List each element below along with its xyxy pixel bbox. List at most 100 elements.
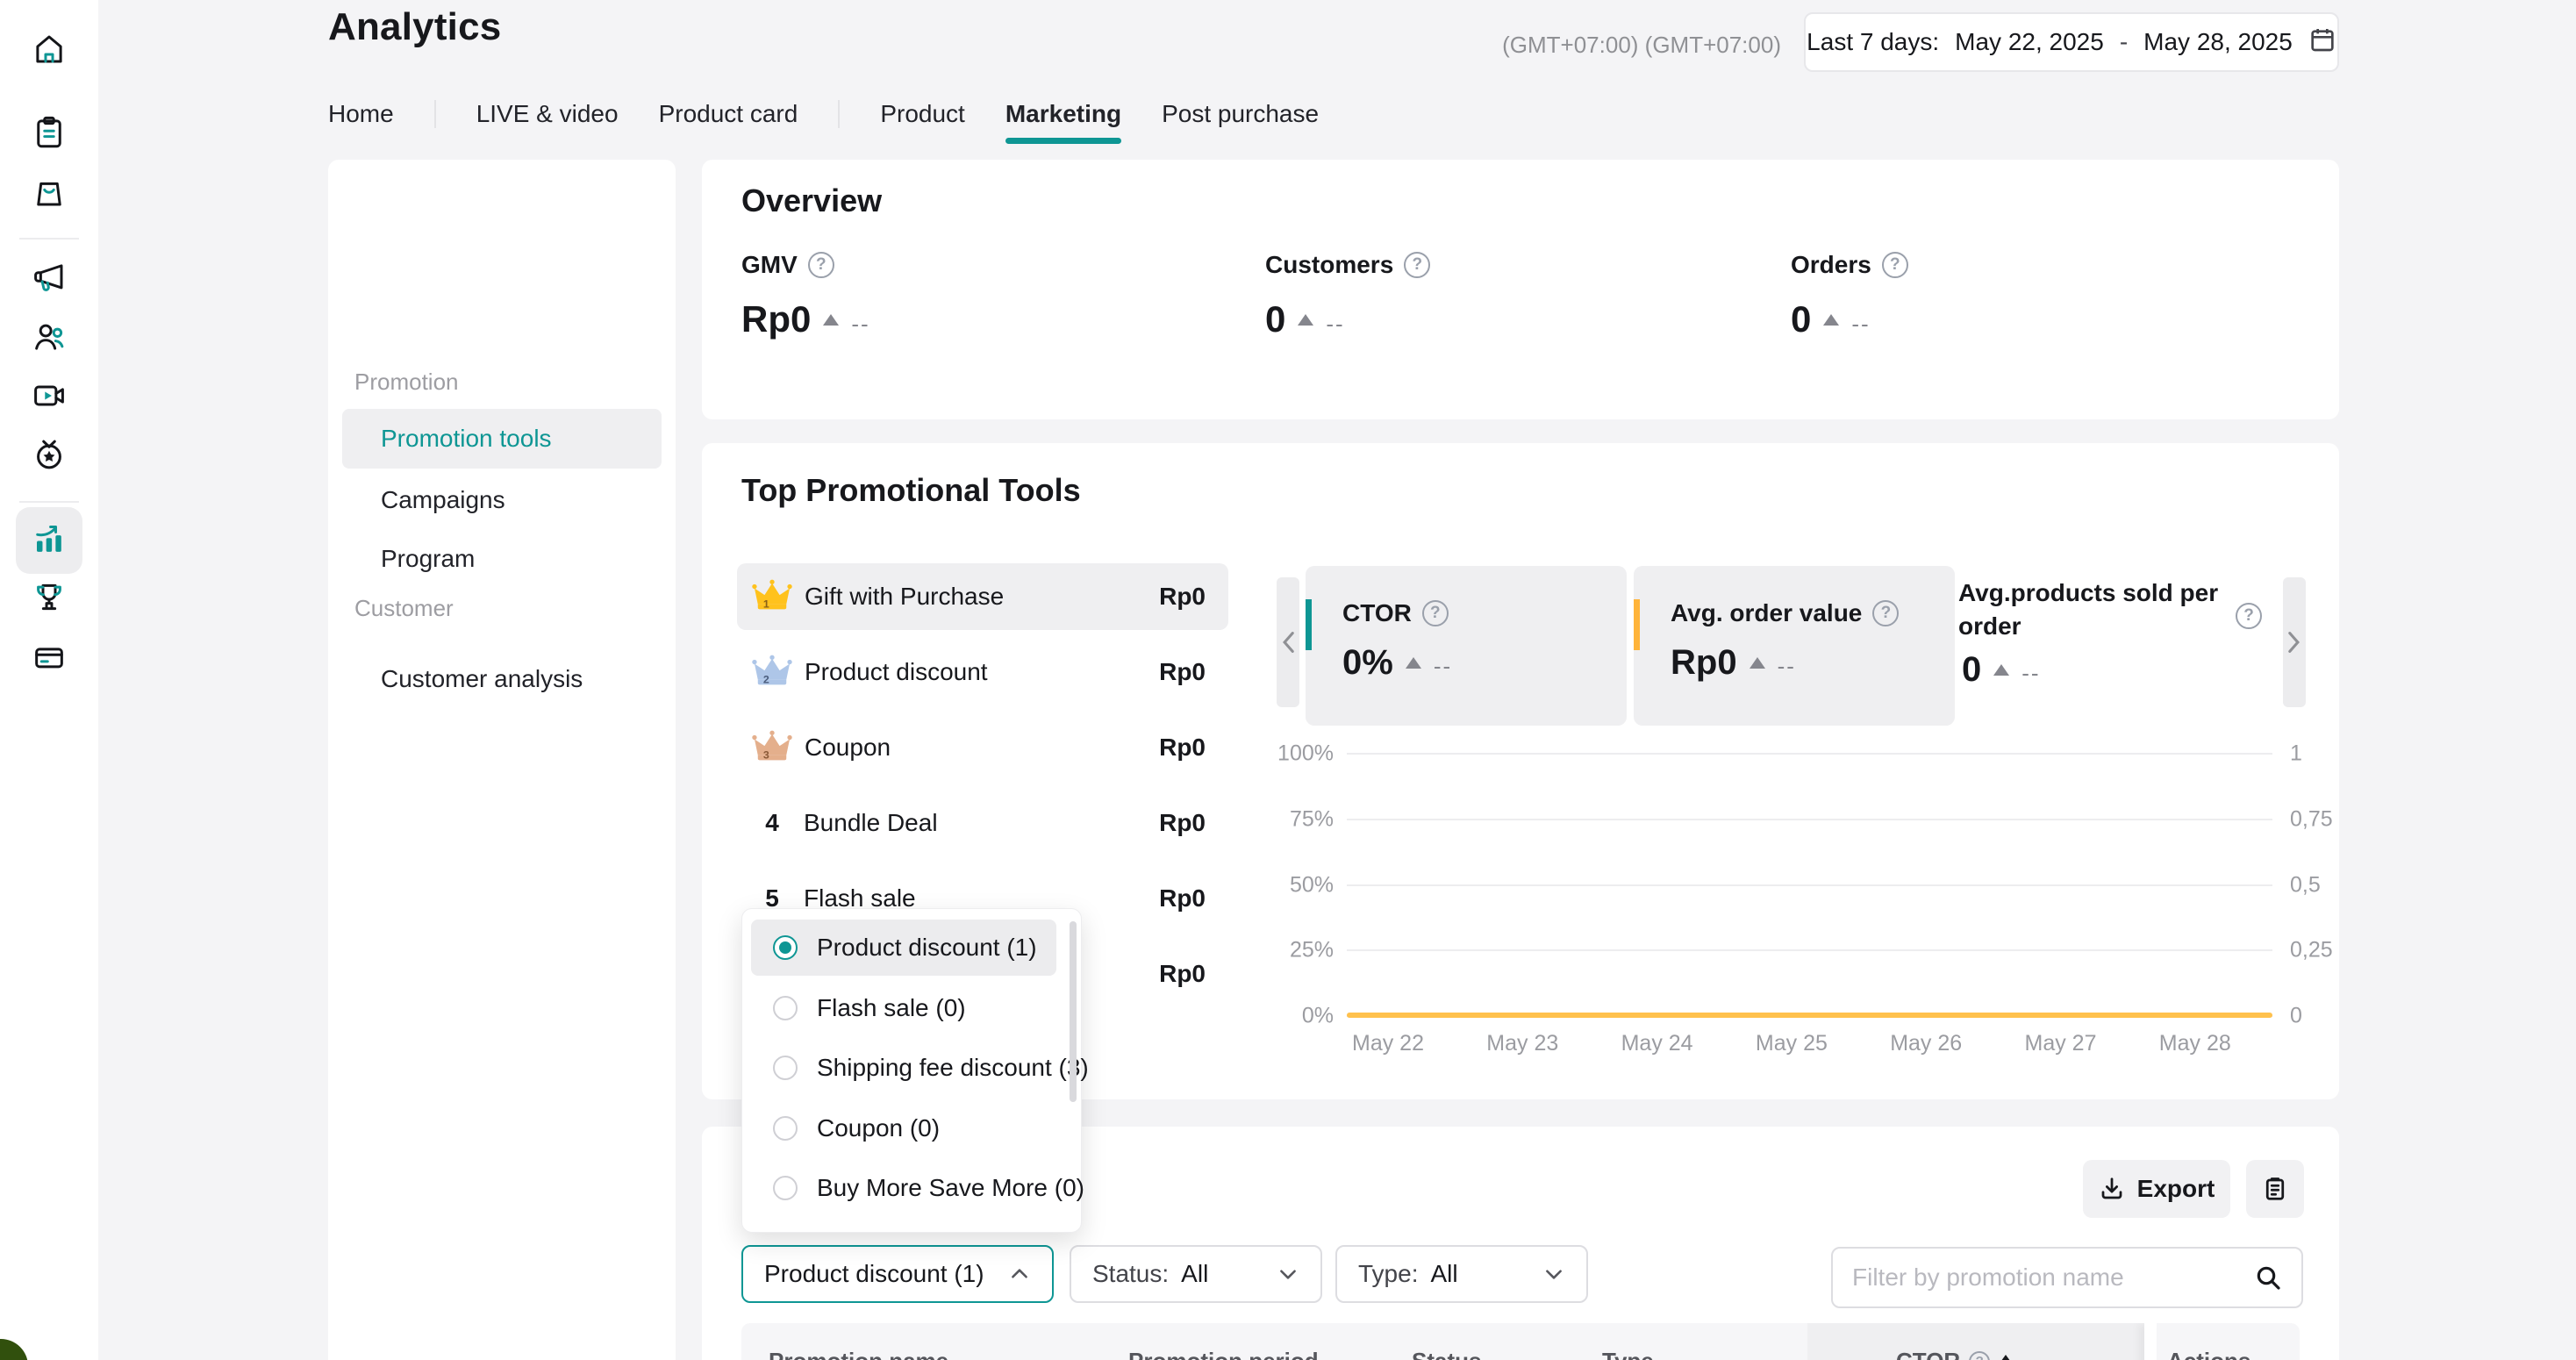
dropdown-option-buy-more-save-more-0[interactable]: Buy More Save More (0): [751, 1160, 1065, 1216]
sidebar-item-campaigns[interactable]: Campaigns: [342, 470, 662, 530]
dropdown-option-shipping-fee-discount-3[interactable]: Shipping fee discount (3): [751, 1040, 1065, 1096]
video-icon: [31, 377, 68, 419]
chevron-left-icon: [1280, 631, 1296, 654]
info-icon[interactable]: [2236, 603, 2262, 629]
sidebar-item-promotion-tools[interactable]: Promotion tools: [342, 409, 662, 469]
tool-label: Bundle Deal: [804, 809, 1159, 837]
radio-icon[interactable]: [773, 935, 798, 960]
metric-card-ctor[interactable]: CTOR 0%--: [1306, 566, 1627, 726]
rail-item-finance[interactable]: [16, 626, 82, 692]
status-select[interactable]: Status: All: [1070, 1245, 1322, 1303]
tool-value: Rp0: [1159, 583, 1206, 611]
dropdown-option-product-discount-1[interactable]: Product discount (1): [751, 920, 1056, 976]
rewards-icon: [31, 579, 68, 620]
info-icon[interactable]: [1872, 600, 1899, 626]
trend-up-icon: [1298, 314, 1313, 326]
tab-home[interactable]: Home: [328, 100, 394, 128]
chart-gridline: [1347, 884, 2272, 886]
column-header-type[interactable]: Type: [1602, 1348, 1654, 1360]
tab-label: Product card: [659, 100, 798, 127]
rail-divider: [19, 501, 79, 503]
rail-item-orders[interactable]: [16, 101, 82, 168]
promotion-search-field: [1831, 1247, 2303, 1308]
calendar-icon: [2308, 25, 2336, 60]
y-axis-tick-left: 75%: [1255, 806, 1334, 832]
x-axis-tick: May 28: [2134, 1031, 2257, 1056]
top-tool-row-coupon[interactable]: 3 Coupon Rp0: [737, 714, 1228, 781]
metric-delta: --: [1326, 311, 1344, 338]
top-tool-row-bundle-deal[interactable]: 4 Bundle Deal Rp0: [737, 790, 1228, 856]
y-axis-tick-right: 0,5: [2290, 872, 2321, 898]
dropdown-option-flash-sale-0[interactable]: Flash sale (0): [751, 980, 1065, 1036]
date-range-picker[interactable]: Last 7 days: May 22, 2025 - May 28, 2025: [1804, 12, 2339, 72]
tab-product[interactable]: Product: [880, 100, 965, 128]
column-header-promotion-name[interactable]: Promotion name: [769, 1348, 948, 1360]
top-tool-row-product-discount[interactable]: 2 Product discount Rp0: [737, 639, 1228, 705]
carousel-next-button[interactable]: [2283, 577, 2306, 707]
radio-icon[interactable]: [773, 996, 798, 1020]
type-select[interactable]: Type: All: [1335, 1245, 1588, 1303]
chevron-up-icon: [1008, 1263, 1031, 1285]
tab-marketing[interactable]: Marketing: [1005, 100, 1121, 128]
info-icon[interactable]: [1404, 252, 1430, 278]
page-title: Analytics: [328, 5, 501, 49]
trend-up-icon: [1750, 657, 1765, 669]
sidebar-item-label: Promotion tools: [381, 425, 552, 453]
info-icon[interactable]: [1882, 252, 1908, 278]
info-icon[interactable]: [1422, 600, 1449, 626]
sidebar-item-label: Customer analysis: [381, 665, 583, 693]
metric-value: Rp0: [741, 298, 811, 340]
dropdown-option-label: Shipping fee discount (3): [817, 1054, 1089, 1082]
tab-product-card[interactable]: Product card: [659, 100, 798, 128]
rail-item-products[interactable]: [16, 161, 82, 227]
dropdown-scrollbar[interactable]: [1070, 921, 1077, 1102]
sidebar-item-customer-analysis[interactable]: Customer analysis: [342, 649, 662, 709]
tool-value: Rp0: [1159, 960, 1206, 988]
column-header-ctor[interactable]: CTOR: [1896, 1348, 2013, 1360]
rank-crown-icon: 2: [752, 654, 792, 691]
tab-post-purchase[interactable]: Post purchase: [1162, 100, 1319, 128]
sidebar-item-label: Campaigns: [381, 486, 505, 514]
tool-value: Rp0: [1159, 809, 1206, 837]
rail-item-marketing[interactable]: [16, 246, 82, 312]
dropdown-option-coupon-0[interactable]: Coupon (0): [751, 1100, 1065, 1156]
rail-item-customers[interactable]: [16, 305, 82, 372]
search-icon[interactable]: [2254, 1263, 2282, 1292]
promotion-search-input[interactable]: [1852, 1263, 2254, 1292]
tab-live-video[interactable]: LIVE & video: [476, 100, 619, 128]
rail-item-video[interactable]: [16, 364, 82, 431]
rail-item-home[interactable]: [16, 18, 82, 84]
report-list-button[interactable]: [2246, 1160, 2304, 1218]
metric-label: Customers: [1265, 251, 1393, 279]
column-header-label: CTOR: [1896, 1348, 1960, 1360]
sort-asc-icon[interactable]: [1999, 1355, 2013, 1360]
export-button[interactable]: Export: [2083, 1160, 2230, 1218]
info-icon[interactable]: [808, 252, 834, 278]
tab-label: LIVE & video: [476, 100, 619, 127]
column-header-actions[interactable]: Actions: [2167, 1348, 2250, 1360]
sidebar-item-program[interactable]: Program: [342, 529, 662, 589]
column-header-promotion-period[interactable]: Promotion period: [1128, 1348, 1319, 1360]
info-icon[interactable]: [1969, 1351, 1990, 1360]
metric-card-avg-products-sold-per-order[interactable]: Avg.products sold per order 0--: [1958, 566, 2283, 726]
tab-label: Home: [328, 100, 394, 127]
column-header-status[interactable]: Status: [1412, 1348, 1481, 1360]
rail-item-analytics[interactable]: [16, 507, 82, 574]
sidebar-item-label: Program: [381, 545, 475, 573]
radio-icon[interactable]: [773, 1116, 798, 1141]
carousel-prev-button[interactable]: [1277, 577, 1299, 707]
tab-divider: [838, 100, 840, 128]
live-icon: [31, 436, 68, 477]
metric-card-avg-order-value[interactable]: Avg. order value Rp0--: [1634, 566, 1955, 726]
radio-icon[interactable]: [773, 1056, 798, 1080]
chevron-down-icon: [1277, 1263, 1299, 1285]
rail-item-live[interactable]: [16, 423, 82, 490]
export-label: Export: [2137, 1175, 2215, 1203]
trend-up-icon: [1823, 314, 1839, 326]
promotion-type-select[interactable]: Product discount (1): [741, 1245, 1054, 1303]
rail-item-rewards[interactable]: [16, 566, 82, 633]
chevron-right-icon: [2286, 631, 2302, 654]
top-tool-row-gift-with-purchase[interactable]: 1 Gift with Purchase Rp0: [737, 563, 1228, 630]
rank-crown-icon: 1: [752, 578, 792, 615]
radio-icon[interactable]: [773, 1176, 798, 1200]
